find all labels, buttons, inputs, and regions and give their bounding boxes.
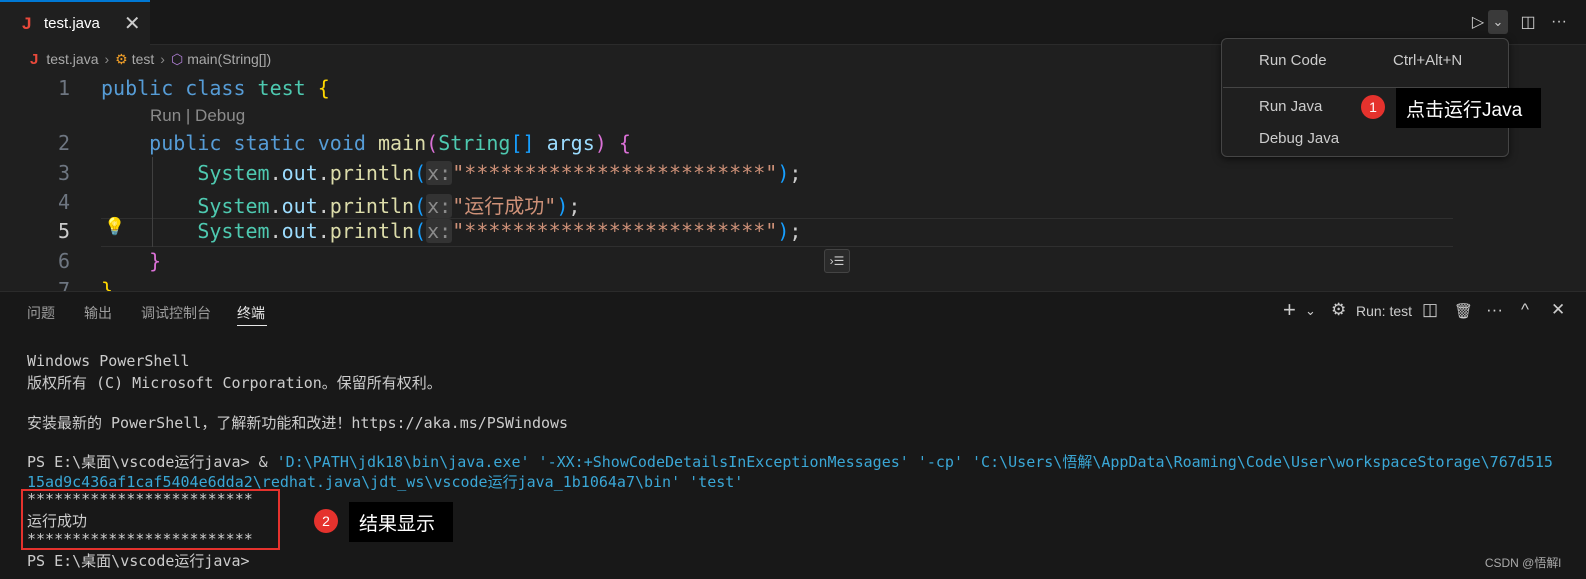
debug-icon: ⚙ <box>1331 300 1347 319</box>
annotation-badge-1: 1 <box>1361 95 1385 119</box>
result-highlight-box <box>21 489 280 550</box>
line-number: 2 <box>57 131 70 155</box>
more-actions-icon[interactable]: ··· <box>1546 10 1572 34</box>
annotation-callout-2: 结果显示 <box>349 502 453 542</box>
close-panel-icon[interactable]: ✕ <box>1551 300 1565 320</box>
code-line-6: } <box>149 249 162 273</box>
line-number: 5 <box>57 219 70 243</box>
param-hint: x: <box>426 219 453 243</box>
tab-problems[interactable]: 问题 <box>27 303 55 323</box>
run-dropdown-chevron-icon[interactable]: ⌄ <box>1488 10 1508 34</box>
breadcrumb-class[interactable]: test <box>132 51 155 67</box>
line-number: 3 <box>57 161 70 185</box>
code-line-1: public class test { <box>101 76 330 100</box>
active-tab-indicator <box>237 325 267 326</box>
inline-chat-icon[interactable]: ›☰ <box>824 249 850 273</box>
line-number: 1 <box>57 76 70 100</box>
watermark: CSDN @悟解l <box>1484 556 1561 570</box>
more-actions-icon[interactable]: ··· <box>1486 300 1503 320</box>
chevron-right-icon: › <box>104 51 110 67</box>
annotation-callout-1: 点击运行Java <box>1396 88 1541 128</box>
line-number: 7 <box>57 278 70 291</box>
terminal-instance-label[interactable]: Run: test <box>1356 303 1412 319</box>
run-code-shortcut: Ctrl+Alt+N <box>1393 52 1463 69</box>
menu-item-run-code[interactable]: Run Code <box>1259 52 1327 69</box>
class-icon: ⚙ <box>115 50 128 67</box>
tab-title: test.java <box>44 15 100 32</box>
code-line-7: } <box>101 278 114 291</box>
trash-icon[interactable]: 🗑 <box>1454 302 1473 320</box>
maximize-panel-icon[interactable]: ^ <box>1521 300 1529 320</box>
line-number: 6 <box>57 249 70 273</box>
chevron-right-icon: › <box>160 51 165 67</box>
code-line-2: public static void main(String[] args) { <box>149 131 631 155</box>
menu-item-run-java[interactable]: Run Java <box>1259 98 1322 115</box>
run-icon[interactable]: ▷ <box>1468 10 1488 34</box>
code-line-3: System.out.println(x:"******************… <box>197 161 802 185</box>
param-hint: x: <box>426 194 453 218</box>
bottom-panel: 问题 输出 调试控制台 终端 + ⌄ ⚙ Run: test ◫ 🗑 ··· ^… <box>0 291 1586 579</box>
terminal-prompt: PS E:\桌面\vscode运行java> <box>27 552 250 570</box>
line-number: 4 <box>57 190 70 214</box>
tab-output[interactable]: 输出 <box>84 303 112 323</box>
terminal-command-line: PS E:\桌面\vscode运行java> & 'D:\PATH\jdk18\… <box>27 453 1553 471</box>
tab-terminal[interactable]: 终端 <box>237 303 265 323</box>
lightbulb-icon[interactable]: 💡 <box>104 217 125 237</box>
terminal-line: Windows PowerShell <box>27 352 190 370</box>
breadcrumb-method[interactable]: main(String[]) <box>187 51 271 67</box>
code-line-5: System.out.println(x:"******************… <box>197 219 802 243</box>
menu-item-debug-java[interactable]: Debug Java <box>1259 130 1339 147</box>
java-file-icon: J <box>30 50 39 68</box>
split-terminal-icon[interactable]: ◫ <box>1422 300 1438 320</box>
tab-test-java[interactable]: J test.java ✕ <box>0 0 150 45</box>
terminal-prompt: PS E:\桌面\vscode运行java> <box>27 453 250 471</box>
terminal-line: 版权所有 (C) Microsoft Corporation。保留所有权利。 <box>27 374 442 392</box>
code-line-4: System.out.println(x:"运行成功"); <box>197 194 581 218</box>
breadcrumb-file[interactable]: test.java <box>46 51 98 67</box>
new-terminal-icon[interactable]: + <box>1283 297 1296 323</box>
terminal-command: 'D:\PATH\jdk18\bin\java.exe' '-XX:+ShowC… <box>276 453 1553 471</box>
param-hint: x: <box>426 161 453 185</box>
split-editor-icon[interactable]: ◫ <box>1517 10 1539 34</box>
breadcrumb: J test.java › ⚙ test › ⬡ main(String[]) <box>0 45 271 73</box>
java-file-icon: J <box>22 13 32 33</box>
method-icon: ⬡ <box>170 50 184 67</box>
chevron-down-icon[interactable]: ⌄ <box>1305 303 1316 319</box>
close-icon[interactable]: ✕ <box>124 11 141 36</box>
annotation-badge-2: 2 <box>314 509 338 533</box>
tab-debug-console[interactable]: 调试控制台 <box>141 303 211 323</box>
codelens-run-debug[interactable]: Run | Debug <box>150 106 245 126</box>
terminal-line: 安装最新的 PowerShell，了解新功能和改进！https://aka.ms… <box>27 414 569 432</box>
